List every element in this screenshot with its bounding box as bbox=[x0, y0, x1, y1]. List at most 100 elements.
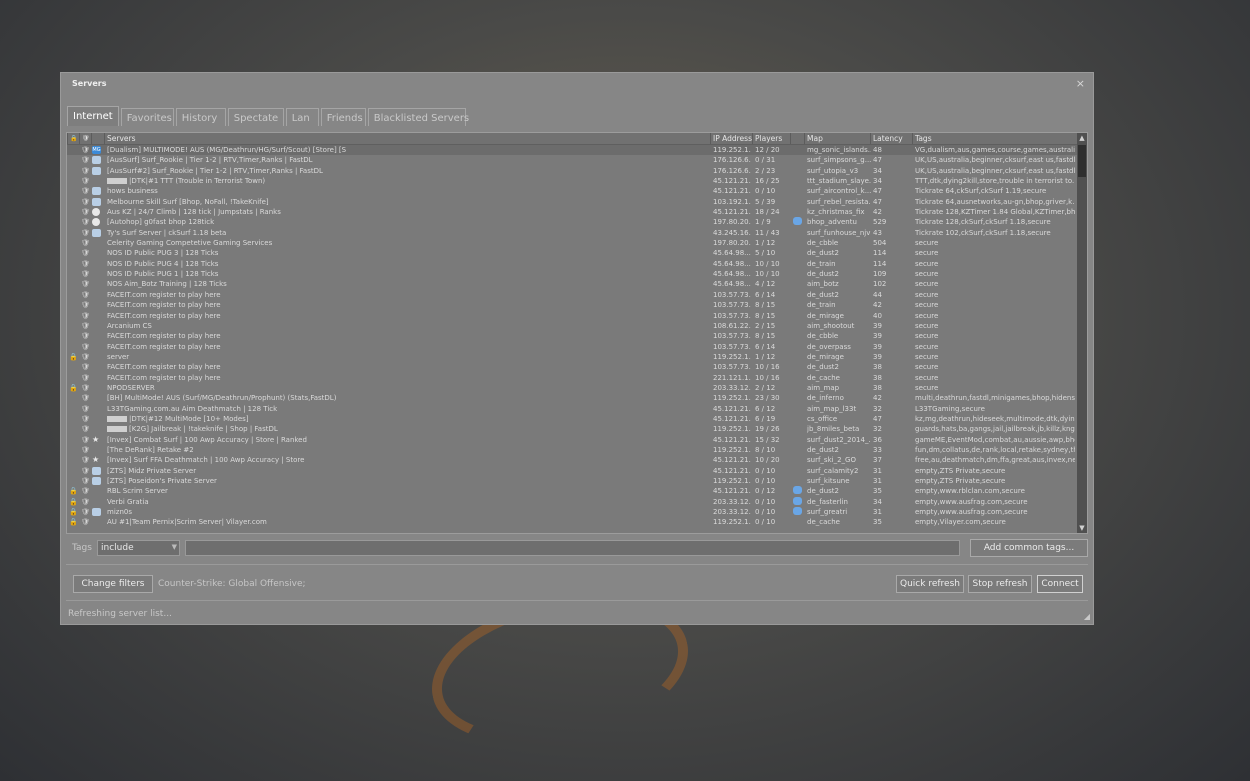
tab-internet[interactable]: Internet bbox=[67, 106, 119, 126]
server-tags: secure bbox=[915, 249, 939, 258]
table-row[interactable]: 🛡 [K2G] Jailbreak | !takeknife | Shop | F… bbox=[67, 424, 1077, 434]
table-row[interactable]: 🛡 [AusSurf] Surf_Rookie | Tier 1-2 | RTV,… bbox=[67, 155, 1077, 165]
server-name: mizn0s bbox=[107, 507, 707, 517]
table-row[interactable]: 🛡 MG [Dualism] MULTIMODE! AUS (MG/Deathrun… bbox=[67, 145, 1077, 156]
tags-mode-select[interactable]: include ▼ bbox=[97, 540, 180, 556]
table-row[interactable]: 🛡 ★ [Invex] Combat Surf | 100 Awp Accuracy… bbox=[67, 435, 1077, 445]
server-map: de_train bbox=[807, 259, 836, 268]
tab-spectate[interactable]: Spectate bbox=[227, 108, 284, 126]
table-row[interactable]: 🛡 Ty's Surf Server | ckSurf 1.18 beta 43.2… bbox=[67, 228, 1077, 238]
table-row[interactable]: 🛡 |DTK|#12 MultiMode [10+ Modes] 45.121.21… bbox=[67, 414, 1077, 424]
table-row[interactable]: 🛡 FACEIT.com register to play here 103.57.… bbox=[67, 300, 1077, 310]
shield-icon: 🛡 bbox=[81, 425, 90, 434]
table-row[interactable]: 🛡 L33TGaming.com.au Aim Deathmatch | 128 … bbox=[67, 404, 1077, 414]
change-filters-button[interactable]: Change filters bbox=[73, 575, 153, 593]
tab-blacklisted-servers[interactable]: Blacklisted Servers bbox=[367, 108, 469, 126]
table-row[interactable]: 🔒 🛡 AU #1|Team Pernix|Scrim Server| Vilaye… bbox=[67, 517, 1077, 527]
table-row[interactable]: 🛡 FACEIT.com register to play here 103.57.… bbox=[67, 331, 1077, 341]
table-row[interactable]: 🛡 [BH] MultiMode! AUS (Surf/MG/Deathrun/P… bbox=[67, 393, 1077, 403]
resize-grip-icon[interactable]: ◢ bbox=[1084, 612, 1090, 621]
server-tags: secure bbox=[915, 290, 939, 299]
col-players[interactable]: Players bbox=[752, 133, 790, 144]
table-row[interactable]: 🔒🛡 server 119.252.1... 1 / 12 de_mirage 39 sec… bbox=[67, 352, 1077, 362]
server-name: NOS ID Public PUG 1 | 128 Ticks bbox=[107, 269, 707, 279]
table-row[interactable]: 🛡 FACEIT.com register to play here 103.57.… bbox=[67, 362, 1077, 372]
bot-icon bbox=[92, 362, 102, 372]
server-ip: 176.126.6... bbox=[713, 166, 751, 175]
table-row[interactable]: 🛡 NOS ID Public PUG 1 | 128 Ticks 45.64.98… bbox=[67, 269, 1077, 279]
table-row[interactable]: 🛡 FACEIT.com register to play here 103.57.… bbox=[67, 342, 1077, 352]
table-row[interactable]: 🛡 FACEIT.com register to play here 103.57.… bbox=[67, 290, 1077, 300]
table-row[interactable]: 🛡 [The DeRank] Retake #2 119.252.1... 8 / 1… bbox=[67, 445, 1077, 455]
table-row[interactable]: 🛡 NOS ID Public PUG 4 | 128 Ticks 45.64.98… bbox=[67, 259, 1077, 269]
close-icon[interactable]: × bbox=[1076, 77, 1085, 90]
bot-icon bbox=[92, 269, 102, 279]
table-row[interactable]: 🛡 NOS Aim_Botz Training | 128 Ticks 45.64.… bbox=[67, 279, 1077, 289]
col-tags[interactable]: Tags bbox=[912, 133, 1077, 144]
table-row[interactable]: 🛡 |DTK|#1 TTT (Trouble in Terrorist Town)… bbox=[67, 176, 1077, 186]
server-ip: 45.64.98.... bbox=[713, 280, 751, 289]
table-row[interactable]: 🔒🛡 Verbi Gratia 203.33.12... 0 / 10 de_faste… bbox=[67, 496, 1077, 507]
bot-icon bbox=[92, 290, 102, 300]
table-row[interactable]: 🛡 Melbourne Skill Surf [Bhop, NoFall, !Ta… bbox=[67, 197, 1077, 207]
tab-history[interactable]: History bbox=[175, 108, 226, 126]
stop-refresh-button[interactable]: Stop refresh bbox=[968, 575, 1032, 593]
tags-input[interactable] bbox=[185, 540, 960, 556]
table-row[interactable]: 🛡 Aus KZ | 24/7 Climb | 128 tick | Jumpst… bbox=[67, 207, 1077, 217]
favorite-icon bbox=[793, 207, 805, 217]
scroll-thumb[interactable] bbox=[1078, 145, 1086, 177]
col-lock-icon[interactable]: 🔒 bbox=[67, 133, 79, 144]
table-row[interactable]: 🛡 NOS ID Public PUG 3 | 128 Ticks 45.64.98… bbox=[67, 248, 1077, 258]
table-row[interactable]: 🛡 Celerity Gaming Competetive Gaming Serv… bbox=[67, 238, 1077, 248]
server-list[interactable]: 🔒 🛡 Servers IP Address Players Map Laten… bbox=[66, 132, 1088, 534]
table-row[interactable]: 🛡 FACEIT.com register to play here 103.57.… bbox=[67, 311, 1077, 321]
server-players: 8 / 15 bbox=[755, 311, 776, 320]
scroll-down-icon[interactable]: ▼ bbox=[1077, 523, 1087, 533]
bot-icon: ★ bbox=[92, 455, 102, 465]
server-map: de_mirage bbox=[807, 352, 844, 361]
server-latency: 47 bbox=[873, 197, 882, 206]
tab-friends[interactable]: Friends bbox=[320, 108, 366, 126]
server-players: 0 / 10 bbox=[755, 518, 776, 527]
col-servers[interactable]: Servers bbox=[104, 133, 710, 144]
col-ip-address[interactable]: IP Address bbox=[710, 133, 752, 144]
server-name: |DTK|#1 TTT (Trouble in Terrorist Town) bbox=[107, 176, 707, 186]
server-ip: 108.61.22... bbox=[713, 321, 751, 330]
favorite-icon bbox=[793, 445, 805, 455]
table-row[interactable]: 🛡 [ZTS] Poseidon's Private Server 119.252.… bbox=[67, 476, 1077, 486]
quick-refresh-button[interactable]: Quick refresh bbox=[896, 575, 964, 593]
list-scrollbar[interactable]: ▲ ▼ bbox=[1077, 133, 1087, 533]
col-map[interactable]: Map bbox=[804, 133, 870, 144]
table-row[interactable]: 🛡 Arcanium CS 108.61.22... 2 / 15 aim_shooto… bbox=[67, 321, 1077, 331]
bot-icon: ★ bbox=[92, 435, 102, 445]
table-row[interactable]: 🔒🛡 mizn0s 203.33.12... 0 / 10 surf_greatri 31… bbox=[67, 507, 1077, 517]
server-name-text: hows business bbox=[107, 187, 158, 196]
col-bots[interactable] bbox=[91, 133, 104, 144]
col-latency[interactable]: Latency bbox=[870, 133, 912, 144]
lock-icon bbox=[69, 166, 78, 176]
bot-icon bbox=[92, 248, 102, 258]
col-secure-icon[interactable]: 🛡 bbox=[79, 133, 91, 144]
server-name-text: |DTK|#12 MultiMode [10+ Modes] bbox=[129, 414, 249, 423]
table-row[interactable]: 🛡 [Autohop] g0fast bhop 128tick 197.80.20.… bbox=[67, 217, 1077, 227]
table-row[interactable]: 🛡 ★ [Invex] Surf FFA Deathmatch | 100 Awp … bbox=[67, 455, 1077, 465]
server-latency: 34 bbox=[873, 177, 882, 186]
table-row[interactable]: 🛡 [AusSurf#2] Surf_Rookie | Tier 1-2 | RT… bbox=[67, 166, 1077, 176]
tab-favorites[interactable]: Favorites bbox=[120, 108, 174, 126]
connect-button[interactable]: Connect bbox=[1037, 575, 1083, 593]
table-row[interactable]: 🔒🛡 RBL Scrim Server 45.121.21... 0 / 12 de_d… bbox=[67, 486, 1077, 496]
table-row[interactable]: 🔒🛡 NPODSERVER 203.33.12... 2 / 12 aim_map 38 s… bbox=[67, 383, 1077, 393]
favorite-icon bbox=[793, 362, 805, 372]
table-row[interactable]: 🛡 [ZTS] Midz Private Server 45.121.21... 0 … bbox=[67, 466, 1077, 476]
lock-icon bbox=[69, 290, 78, 300]
scroll-up-icon[interactable]: ▲ bbox=[1077, 133, 1087, 143]
tab-lan[interactable]: Lan bbox=[285, 108, 319, 126]
server-name-text: [The DeRank] Retake #2 bbox=[107, 445, 194, 454]
table-row[interactable]: 🛡 hows business 45.121.21... 0 / 10 surf_air… bbox=[67, 186, 1077, 196]
bot-icon bbox=[92, 352, 102, 362]
server-tags: secure bbox=[915, 311, 939, 320]
table-row[interactable]: 🛡 FACEIT.com register to play here 221.121… bbox=[67, 373, 1077, 383]
col-fav[interactable] bbox=[790, 133, 804, 144]
server-tags: secure bbox=[915, 342, 939, 351]
add-common-tags-button[interactable]: Add common tags... bbox=[970, 539, 1088, 557]
